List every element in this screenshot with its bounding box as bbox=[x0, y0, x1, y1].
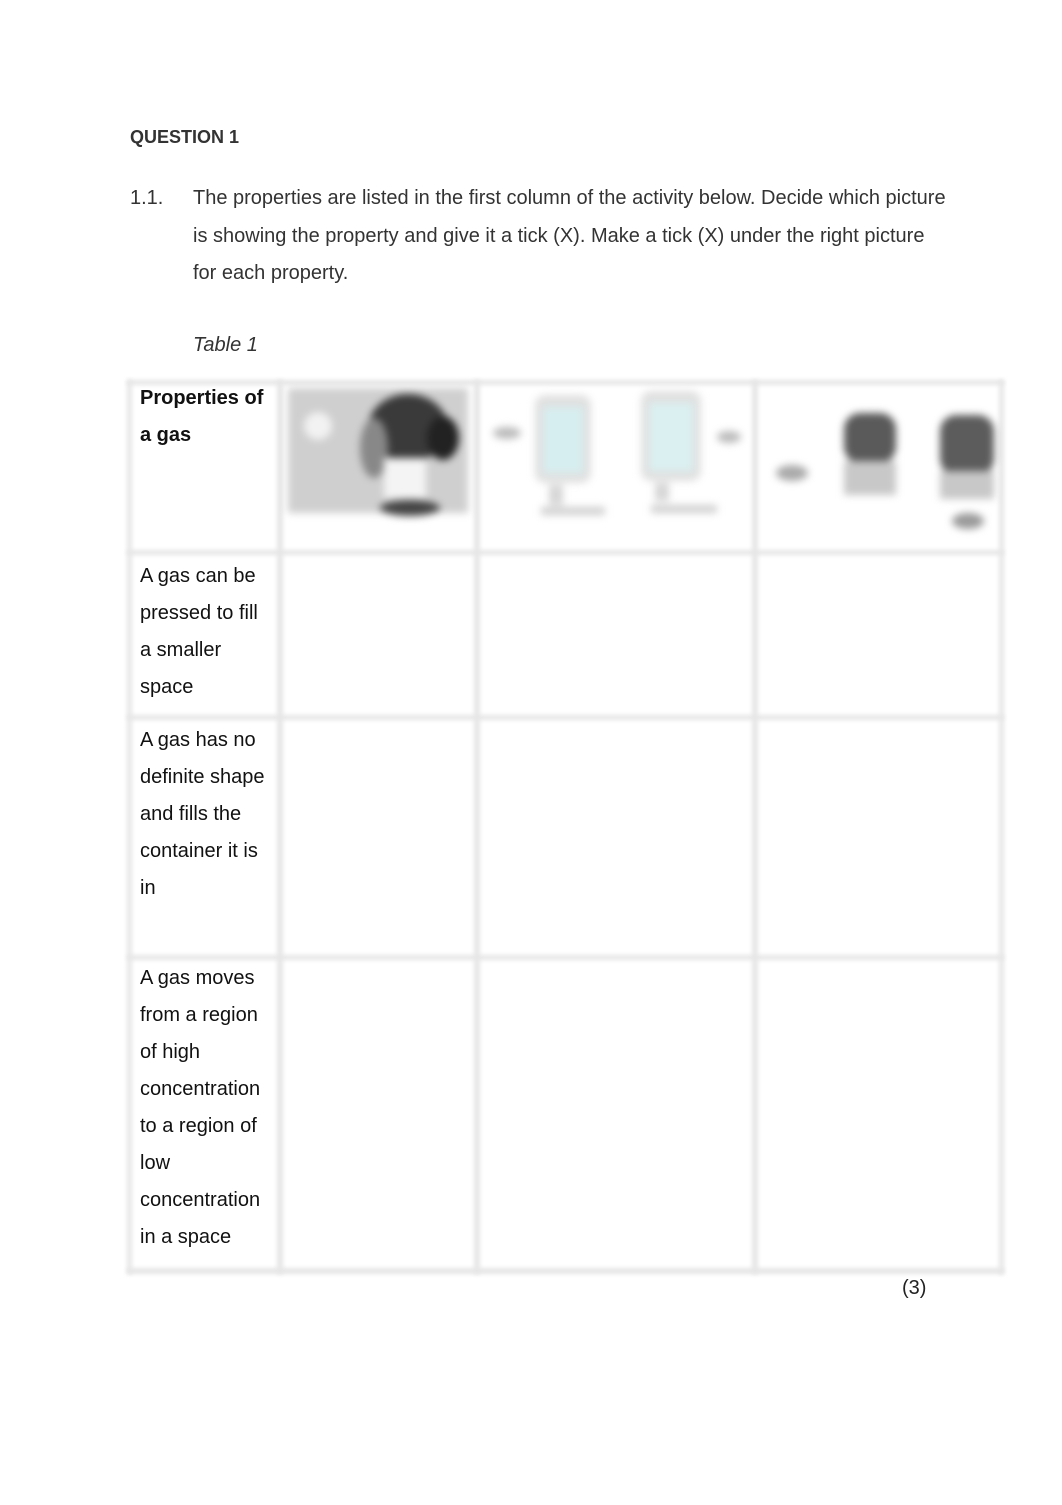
table-caption: Table 1 bbox=[193, 334, 258, 356]
tick-cell-row3-pic1[interactable] bbox=[283, 960, 473, 1265]
tick-cell-row3-pic3[interactable] bbox=[758, 960, 998, 1265]
tick-cell-row2-pic3[interactable] bbox=[758, 720, 998, 955]
property-compressible: A gas can be pressed to fill a smaller s… bbox=[140, 565, 258, 698]
property-diffusion: A gas moves from a region of high concen… bbox=[140, 967, 261, 1248]
tick-cell-row2-pic1[interactable] bbox=[283, 720, 473, 955]
question-title: QUESTION 1 bbox=[130, 127, 240, 147]
marks-allocation: (3) bbox=[902, 1277, 927, 1299]
gas-jar-diffusion-icon bbox=[772, 385, 1002, 535]
instruction-text: The properties are listed in the first c… bbox=[193, 187, 946, 284]
tick-cell-row2-pic2[interactable] bbox=[480, 720, 750, 955]
item-number: 1.1. bbox=[130, 187, 164, 209]
syringe-compression-icon bbox=[485, 385, 745, 525]
property-no-definite-shape: A gas has no definite shape and fills th… bbox=[140, 729, 265, 899]
tick-cell-row1-pic1[interactable] bbox=[283, 555, 473, 715]
table-border-bottom bbox=[127, 1268, 1004, 1274]
tick-cell-row1-pic3[interactable] bbox=[758, 555, 998, 715]
header-properties-label: Properties of a gas bbox=[140, 387, 264, 446]
table-border-left bbox=[127, 380, 132, 1274]
person-smelling-icon bbox=[288, 388, 468, 516]
tick-cell-row3-pic2[interactable] bbox=[480, 960, 750, 1265]
tick-cell-row1-pic2[interactable] bbox=[480, 555, 750, 715]
